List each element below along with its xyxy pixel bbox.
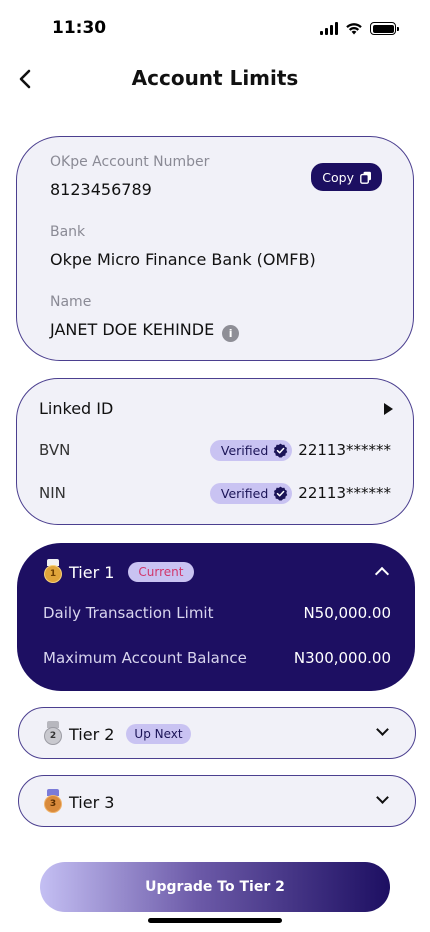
name-label: Name: [50, 294, 92, 310]
tier-3-card[interactable]: 3 Tier 3: [18, 775, 416, 827]
silver-medal-icon: 2: [43, 721, 63, 747]
tier-1-card[interactable]: 1 Tier 1 Current Daily Transaction Limit…: [17, 543, 415, 691]
tier-1-name: Tier 1: [69, 562, 115, 582]
bvn-row: BVN Verified 22113******: [39, 438, 391, 462]
nin-label: NIN: [39, 484, 66, 502]
battery-icon: [370, 22, 399, 35]
bronze-medal-icon: 3: [43, 789, 63, 815]
daily-limit-amount: N50,000.00: [303, 604, 391, 622]
tier-3-header: 3 Tier 3: [43, 789, 114, 815]
gold-medal-icon: 1: [43, 559, 63, 585]
bank-label: Bank: [50, 224, 86, 240]
nin-verified-text: Verified: [220, 485, 269, 501]
upgrade-button-label: Upgrade To Tier 2: [145, 879, 285, 895]
tier-1-header: 1 Tier 1 Current: [43, 559, 194, 585]
chevron-down-icon[interactable]: [376, 723, 389, 736]
tier-2-name: Tier 2: [69, 724, 115, 744]
current-badge: Current: [128, 562, 194, 582]
linked-id-card: Linked ID BVN Verified 22113****** NIN V…: [16, 378, 414, 525]
max-balance-amount: N300,000.00: [293, 649, 391, 667]
account-details-card: OKpe Account Number 8123456789 Copy Bank…: [16, 136, 414, 361]
tier-2-header: 2 Tier 2 Up Next: [43, 721, 191, 747]
max-balance-label: Maximum Account Balance: [43, 649, 247, 667]
bvn-value: 22113******: [298, 441, 391, 459]
name-value: JANET DOE KEHINDE: [50, 320, 215, 339]
verified-check-icon: [274, 486, 288, 501]
bvn-verified-badge: Verified: [209, 439, 293, 461]
status-icons: [320, 22, 399, 35]
status-bar: 11:30: [0, 0, 430, 60]
daily-limit-row: Daily Transaction Limit N50,000.00: [43, 604, 391, 622]
upgrade-button[interactable]: Upgrade To Tier 2: [40, 862, 390, 912]
bvn-label: BVN: [39, 441, 71, 459]
tier-2-card[interactable]: 2 Tier 2 Up Next: [18, 707, 416, 759]
chevron-up-icon[interactable]: [374, 566, 390, 582]
account-number-label: OKpe Account Number: [50, 154, 210, 170]
daily-limit-label: Daily Transaction Limit: [43, 604, 214, 622]
copy-icon: [360, 171, 371, 184]
bank-value: Okpe Micro Finance Bank (OMFB): [50, 250, 316, 269]
max-balance-row: Maximum Account Balance N300,000.00: [43, 649, 391, 667]
page-title: Account Limits: [131, 66, 299, 90]
header: Account Limits: [0, 58, 430, 102]
nin-value: 22113******: [298, 484, 391, 502]
home-indicator: [148, 918, 282, 923]
chevron-down-icon[interactable]: [376, 791, 389, 804]
play-arrow-icon[interactable]: [384, 403, 393, 415]
up-next-badge: Up Next: [126, 724, 191, 744]
status-time: 11:30: [52, 18, 107, 38]
account-number-value: 8123456789: [50, 180, 152, 199]
wifi-icon: [346, 23, 362, 35]
bvn-verified-text: Verified: [220, 442, 269, 458]
copy-button[interactable]: Copy: [311, 163, 382, 191]
name-row: JANET DOE KEHINDE i: [50, 320, 240, 342]
nin-row: NIN Verified 22113******: [39, 481, 391, 505]
cellular-signal-icon: [320, 22, 338, 35]
linked-id-title: Linked ID: [39, 399, 114, 418]
copy-button-label: Copy: [322, 169, 354, 185]
verified-check-icon: [274, 443, 288, 458]
nin-verified-badge: Verified: [209, 482, 293, 504]
info-icon[interactable]: i: [222, 325, 240, 342]
tier-3-name: Tier 3: [69, 792, 115, 812]
